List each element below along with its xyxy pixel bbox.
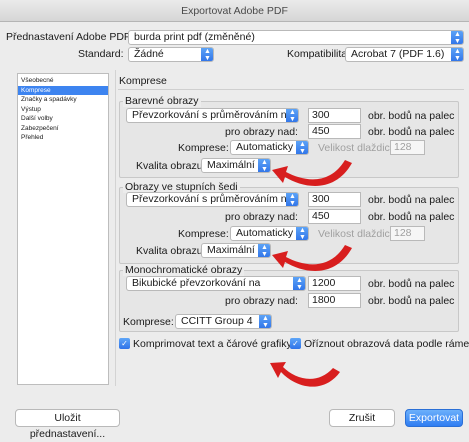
export-button[interactable]: Exportovat (405, 409, 463, 427)
cancel-button[interactable]: Zrušit (329, 409, 395, 427)
save-preset-button[interactable]: Uložit přednastavení... (15, 409, 120, 440)
curved-arrow-icon (272, 245, 352, 271)
curved-arrow-icon (272, 160, 352, 186)
curved-arrow-icon (270, 362, 340, 387)
annotation-arrows (270, 160, 352, 387)
